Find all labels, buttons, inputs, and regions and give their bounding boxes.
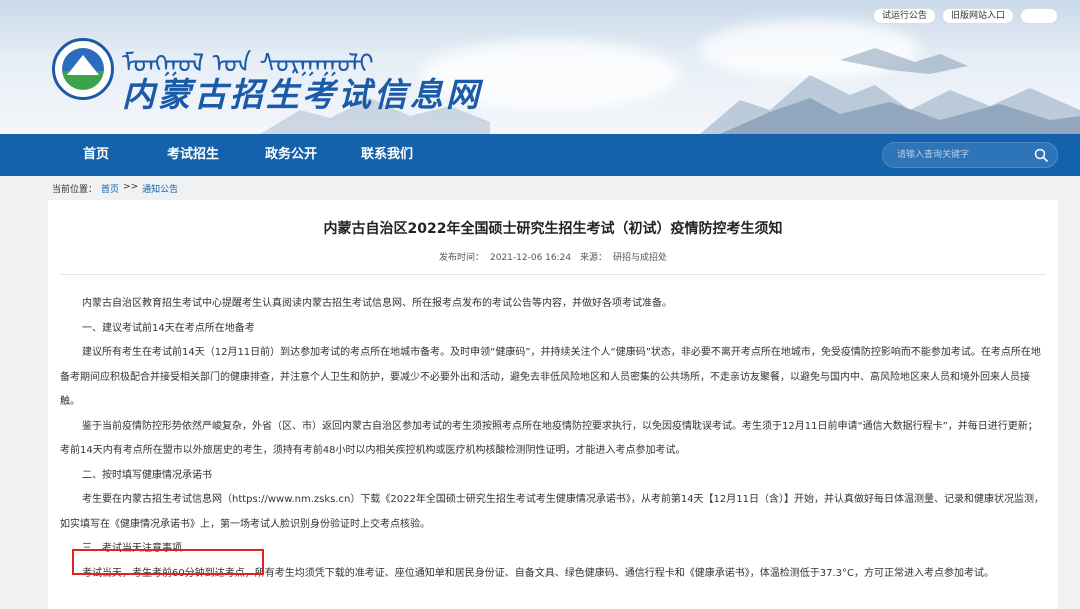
- trial-notice-link[interactable]: 试运行公告: [872, 8, 936, 24]
- breadcrumb: 当前位置： 首页 >> 通知公告: [52, 182, 178, 195]
- article-section-heading: 一、建议考试前14天在考点所在地备考: [82, 322, 255, 334]
- article-paragraph: 内蒙古自治区教育招生考试中心提醒考生认真阅读内蒙古招生考试信息网、所在报考点发布…: [82, 298, 672, 309]
- mountain-illustration: [700, 48, 1080, 134]
- nav-item-home[interactable]: 首页: [83, 134, 109, 176]
- breadcrumb-home[interactable]: 首页: [101, 182, 119, 195]
- site-header: ᠮᠣᠩᠭᠣᠯ ᠤᠨ ᠰᠤᠷᠭᠠᠭᠤᠯᠢ 内蒙古招生考试信息网 试运行公告 旧版网…: [0, 0, 1080, 134]
- article-card: 内蒙古自治区2022年全国硕士研究生招生考试（初试）疫情防控考生须知 发布时间：…: [48, 200, 1058, 609]
- search-box: [882, 142, 1058, 168]
- nav-item-government-affairs[interactable]: 政务公开: [265, 134, 317, 176]
- publish-time-label: 发布时间：: [438, 253, 484, 263]
- old-site-link[interactable]: 旧版网站入口: [941, 8, 1014, 24]
- logo-emblem[interactable]: [52, 38, 114, 100]
- search-icon[interactable]: [1034, 148, 1048, 162]
- source-label: 来源：: [579, 253, 607, 263]
- article-paragraph: 鉴于当前疫情防控形势依然严峻复杂，外省（区、市）返回内蒙古自治区参加考试的考生须…: [60, 420, 1038, 457]
- nav-item-exam-admission[interactable]: 考试招生: [167, 134, 219, 176]
- extra-top-link[interactable]: [1020, 8, 1058, 24]
- publish-time: 2021-12-06 16:24: [490, 253, 572, 263]
- search-input[interactable]: [883, 143, 1033, 167]
- article-paragraph: 建议所有考生在考试前14天（12月11日前）到达参加考试的考点所在地城市备考。及…: [60, 347, 1041, 407]
- logo-peak-icon: [67, 55, 99, 75]
- main-nav: 首页 考试招生 政务公开 联系我们: [0, 134, 1080, 176]
- article-title: 内蒙古自治区2022年全国硕士研究生招生考试（初试）疫情防控考生须知: [323, 221, 783, 237]
- site-title[interactable]: 内蒙古招生考试信息网: [122, 68, 482, 116]
- nav-item-contact[interactable]: 联系我们: [361, 134, 413, 176]
- article-meta: 发布时间： 2021-12-06 16:24 来源： 研招与成招处: [48, 250, 1058, 263]
- highlight-annotation-box: [72, 549, 264, 575]
- top-links: 试运行公告 旧版网站入口: [872, 8, 1058, 24]
- breadcrumb-separator: >>: [123, 182, 139, 192]
- title-divider: [60, 274, 1046, 275]
- article-paragraph: 考生要在内蒙古招生考试信息网（https://www.nm.zsks.cn）下载…: [60, 494, 1044, 530]
- breadcrumb-section[interactable]: 通知公告: [142, 182, 178, 195]
- breadcrumb-label: 当前位置：: [52, 185, 98, 195]
- source-value: 研招与成招处: [613, 253, 668, 263]
- article-section-heading: 二、按时填写健康情况承诺书: [82, 469, 212, 481]
- article-body: 内蒙古自治区教育招生考试中心提醒考生认真阅读内蒙古招生考试信息网、所在报考点发布…: [60, 292, 1046, 586]
